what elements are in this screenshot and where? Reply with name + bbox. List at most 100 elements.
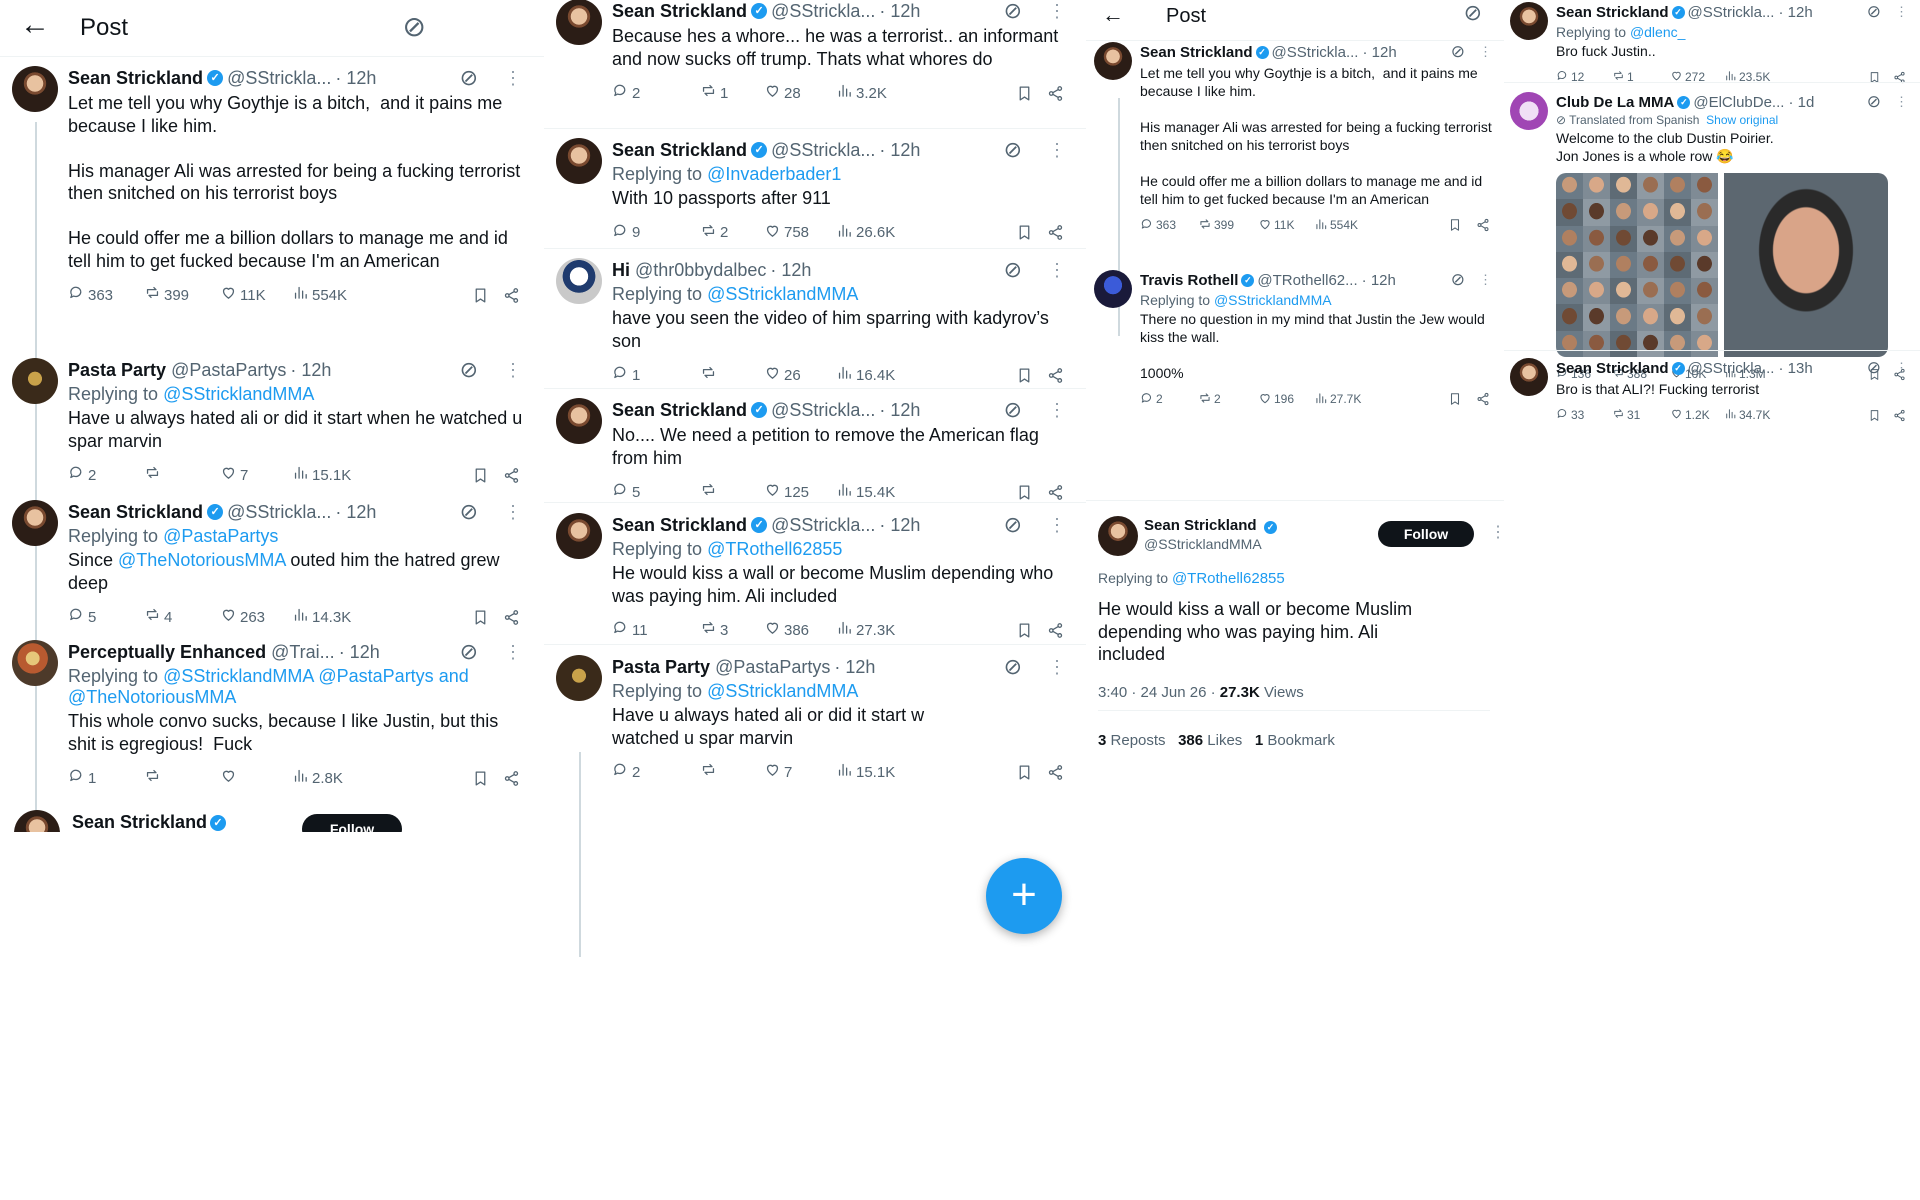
author-name[interactable]: Sean Strickland (68, 502, 203, 523)
author-handle[interactable]: @SStrickla... (227, 68, 331, 89)
reply-handle-link[interactable]: @TRothell62855 (1172, 570, 1285, 587)
more-icon[interactable]: ⋮ (1895, 94, 1908, 110)
author-handle[interactable]: @SStrickla... (771, 515, 875, 536)
more-icon[interactable]: ⋮ (1048, 1, 1066, 22)
author-name[interactable]: Sean Strickland (1556, 4, 1669, 21)
reply-handle-link[interactable]: @SStricklandMMA (1214, 292, 1332, 308)
reposts-count[interactable]: 3 (1098, 732, 1106, 749)
mugshot-image[interactable] (1724, 173, 1888, 357)
repost-button[interactable]: 2 (1198, 391, 1258, 408)
repost-button[interactable]: 399 (1198, 217, 1258, 234)
more-icon[interactable]: ⋮ (1048, 515, 1066, 536)
timestamp[interactable]: · 12h (1778, 4, 1812, 21)
likes-label[interactable]: Likes (1207, 732, 1242, 749)
avatar[interactable] (1098, 516, 1138, 556)
reply-button[interactable]: 9 (612, 222, 700, 244)
timestamp[interactable]: · 12h (339, 642, 380, 663)
grok-icon[interactable]: ⊘ (1004, 655, 1022, 679)
reply-handle-link[interactable]: @TRothell62855 (707, 539, 842, 559)
bookmark-icon[interactable] (1016, 622, 1033, 639)
grok-icon[interactable]: ⊘ (1867, 92, 1881, 112)
avatar[interactable] (556, 513, 602, 559)
bookmark-label[interactable]: Bookmark (1267, 732, 1335, 749)
author-name[interactable]: Sean Strickland (612, 140, 747, 161)
like-button[interactable]: 386 (764, 619, 836, 641)
like-button[interactable]: 125 (764, 481, 836, 503)
more-icon[interactable]: ⋮ (1479, 44, 1492, 60)
like-button[interactable]: 7 (764, 761, 836, 783)
avatar[interactable] (12, 640, 58, 686)
author-handle[interactable]: @SStricklandMMA (1144, 536, 1262, 552)
repost-button[interactable]: 3 (700, 619, 764, 641)
repost-button[interactable] (144, 767, 220, 789)
avatar[interactable] (556, 0, 602, 45)
author-handle[interactable]: @SStrickla... (1688, 4, 1775, 21)
grok-icon[interactable]: ⊘ (1004, 398, 1022, 422)
bookmark-icon[interactable] (1016, 764, 1033, 781)
avatar[interactable] (1510, 92, 1548, 130)
more-icon[interactable]: ⋮ (1048, 657, 1066, 678)
reply-button[interactable]: 2 (612, 82, 700, 104)
show-original-link[interactable]: Show original (1706, 113, 1778, 127)
bookmark-icon[interactable] (472, 609, 489, 626)
avatar[interactable] (12, 500, 58, 546)
back-icon[interactable]: ← (20, 8, 50, 42)
avatar[interactable] (556, 138, 602, 184)
tweet[interactable]: Pasta Party @PastaPartys · 12h ⊘ ⋮ Replying t… (556, 655, 1072, 783)
views-button[interactable]: 34.7K (1724, 407, 1786, 423)
repost-button[interactable]: 399 (144, 284, 220, 306)
views-button[interactable]: 2.8K (292, 767, 382, 789)
author-name[interactable]: Pasta Party (68, 360, 166, 381)
share-icon[interactable] (1047, 224, 1064, 241)
repost-button[interactable] (700, 364, 764, 386)
repost-button[interactable] (144, 464, 220, 486)
timestamp[interactable]: · 12h (879, 400, 920, 421)
like-button[interactable]: 11K (1258, 217, 1314, 234)
like-button[interactable]: 26 (764, 364, 836, 386)
grok-icon[interactable]: ⊘ (460, 66, 478, 90)
grok-icon[interactable]: ⊘ (1451, 270, 1465, 290)
timestamp[interactable]: · 13h (1778, 360, 1812, 377)
tweet[interactable]: Hi @thr0bbydalbec · 12h ⊘ ⋮ Replying to @SStr… (556, 258, 1072, 386)
share-icon[interactable] (503, 609, 520, 626)
timestamp[interactable]: · 12h (879, 1, 920, 22)
bookmark-icon[interactable] (1016, 224, 1033, 241)
author-name[interactable]: Sean Strickland (1144, 517, 1257, 534)
views-button[interactable]: 27.7K (1314, 391, 1378, 408)
tweet[interactable]: Sean Strickland ✓ @SStrickla... · 13h ⊘ ⋮ Bro … (1510, 358, 1914, 424)
timestamp[interactable]: · 12h (290, 360, 331, 381)
compose-button[interactable]: + (986, 858, 1062, 934)
share-icon[interactable] (1047, 764, 1064, 781)
like-button[interactable]: 1.2K (1670, 407, 1724, 423)
author-handle[interactable]: @PastaPartys (171, 360, 286, 381)
grok-icon[interactable]: ⊘ (1867, 2, 1881, 22)
views-button[interactable]: 14.3K (292, 606, 382, 628)
author-handle[interactable]: @SStrickla... (1688, 360, 1775, 377)
grok-icon[interactable]: ⊘ (1867, 358, 1881, 378)
views-button[interactable]: 554K (292, 284, 382, 306)
author-name[interactable]: Sean Strickland (612, 400, 747, 421)
more-icon[interactable]: ⋮ (1895, 360, 1908, 376)
timestamp[interactable]: · 12h (1362, 44, 1396, 61)
more-icon[interactable]: ⋮ (1895, 4, 1908, 20)
views-button[interactable]: 15.4K (836, 481, 922, 503)
tweet[interactable]: Sean Strickland ✓ @SStrickla... · 12h ⊘ ⋮ Repl… (12, 500, 528, 628)
share-icon[interactable] (1476, 218, 1490, 232)
more-icon[interactable]: ⋮ (504, 360, 522, 381)
reply-button[interactable]: 11 (612, 619, 700, 641)
author-name[interactable]: Sean Strickland (612, 515, 747, 536)
bookmark-icon[interactable] (472, 770, 489, 787)
author-name[interactable]: Sean Strickland (612, 1, 747, 22)
repost-button[interactable] (700, 761, 764, 783)
tweet[interactable]: Travis Rothell ✓ @TRothell62... · 12h ⊘ ⋮ Repl… (1094, 270, 1498, 408)
repost-button[interactable] (700, 481, 764, 503)
likes-count[interactable]: 386 (1178, 732, 1203, 749)
back-icon[interactable]: ← (1102, 2, 1124, 28)
share-icon[interactable] (1476, 392, 1490, 406)
author-name[interactable]: Perceptually Enhanced (68, 642, 266, 663)
more-icon[interactable]: ⋮ (1479, 272, 1492, 288)
bookmark-icon[interactable] (1016, 484, 1033, 501)
views-button[interactable]: 27.3K (836, 619, 922, 641)
grok-icon[interactable]: ⊘ (403, 10, 426, 43)
reply-button[interactable]: 2 (1140, 391, 1198, 408)
